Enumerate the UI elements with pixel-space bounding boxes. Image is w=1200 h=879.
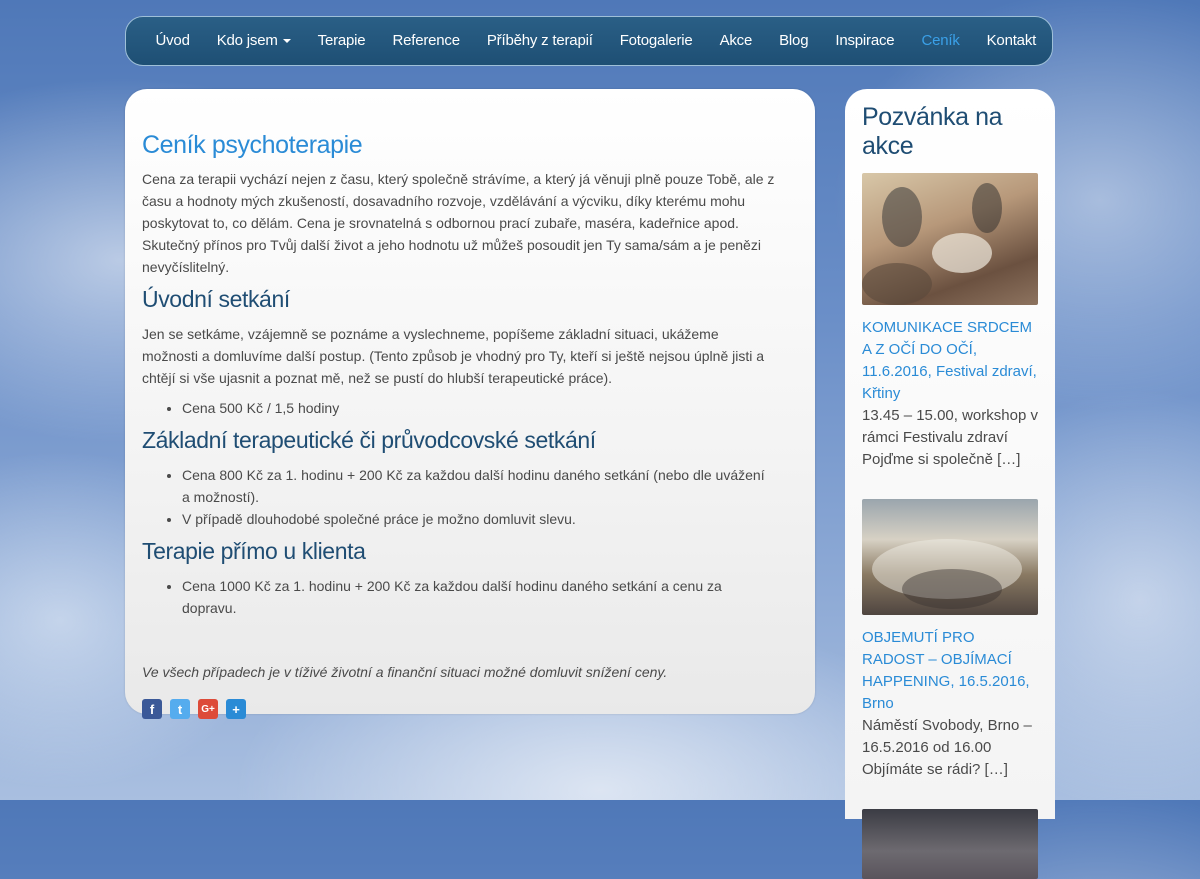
photo-crowd	[902, 569, 1002, 609]
nav-item-kdo-jsem-label: Kdo jsem	[216, 32, 278, 49]
event-title-text: Objemutí pro radost – objímací happening…	[862, 629, 1030, 690]
nav-item-kontakt[interactable]: Kontakt	[973, 16, 1049, 66]
list-item: Cena 500 Kč / 1,5 hodiny	[182, 397, 775, 419]
caret-down-icon	[282, 39, 291, 44]
event-link-komunikace[interactable]: Komunikace srdcem a z očí do očí, 11.6.2…	[862, 317, 1038, 405]
list-item: Cena 800 Kč za 1. hodinu + 200 Kč za kaž…	[182, 464, 775, 508]
events-sidebar: Pozvánka na akce Komunikace srdcem a z o…	[845, 89, 1055, 879]
section-text-uvodni: Jen se setkáme, vzájemně se poznáme a vy…	[142, 326, 765, 386]
google-plus-share-icon[interactable]: G+	[198, 699, 218, 719]
event-image-workshop[interactable]	[862, 173, 1038, 305]
list-item: Cena 1000 Kč za 1. hodinu + 200 Kč za ka…	[182, 575, 775, 619]
bullet-list-zakladni: Cena 800 Kč za 1. hodinu + 200 Kč za kaž…	[142, 464, 775, 530]
page-title: Ceník psychoterapie	[142, 131, 363, 159]
nav-item-uvod[interactable]: Úvod	[142, 16, 203, 66]
event-link-objeti[interactable]: Objemutí pro radost – objímací happening…	[862, 627, 1038, 715]
price-note: Ve všech případech je v tíživé životní a…	[142, 664, 668, 680]
nav-item-terapie[interactable]: Terapie	[304, 16, 379, 66]
main-content-panel: Ceník psychoterapie Cena za terapii vych…	[125, 89, 815, 719]
section-heading-zakladni: Základní terapeutické či průvodcovské se…	[142, 427, 596, 453]
event-title-tail: Brno	[862, 695, 894, 712]
twitter-share-icon[interactable]: t	[170, 699, 190, 719]
list-item: V případě dlouhodobé společné práce je m…	[182, 508, 775, 530]
photo-figure	[932, 233, 992, 273]
photo-figure	[882, 187, 922, 247]
sidebar-title: Pozvánka na akce	[862, 103, 1003, 160]
nav-item-pribehy[interactable]: Příběhy z terapií	[473, 16, 606, 66]
nav-item-fotogalerie[interactable]: Fotogalerie	[606, 16, 706, 66]
photo-figure	[972, 183, 1002, 233]
nav-item-kdo-jsem[interactable]: Kdo jsem	[203, 16, 304, 66]
intro-paragraph: Cena za terapii vychází nejen z času, kt…	[142, 171, 775, 275]
bullet-list-uvodni: Cena 500 Kč / 1,5 hodiny	[142, 397, 775, 419]
share-icon[interactable]: +	[226, 699, 246, 719]
bullet-list-klient: Cena 1000 Kč za 1. hodinu + 200 Kč za ka…	[142, 575, 775, 619]
photo-figure	[862, 263, 932, 305]
share-buttons: f t G+ +	[142, 699, 775, 719]
nav-item-reference[interactable]: Reference	[379, 16, 473, 66]
facebook-share-icon[interactable]: f	[142, 699, 162, 719]
section-heading-klient: Terapie přímo u klienta	[142, 538, 366, 564]
nav-item-akce[interactable]: Akce	[706, 16, 766, 66]
event-description: Náměstí Svobody, Brno – 16.5.2016 od 16.…	[862, 717, 1032, 778]
nav-item-cenik[interactable]: Ceník	[908, 16, 973, 66]
nav-item-blog[interactable]: Blog	[766, 16, 822, 66]
main-navbar: Úvod Kdo jsem Terapie Reference Příběhy …	[125, 16, 1053, 66]
event-image-third[interactable]	[862, 809, 1038, 879]
section-heading-uvodni: Úvodní setkání	[142, 286, 290, 312]
event-image-happening[interactable]	[862, 499, 1038, 615]
nav-item-inspirace[interactable]: Inspirace	[822, 16, 908, 66]
event-description: 13.45 – 15.00, workshop v rámci Festival…	[862, 407, 1038, 468]
